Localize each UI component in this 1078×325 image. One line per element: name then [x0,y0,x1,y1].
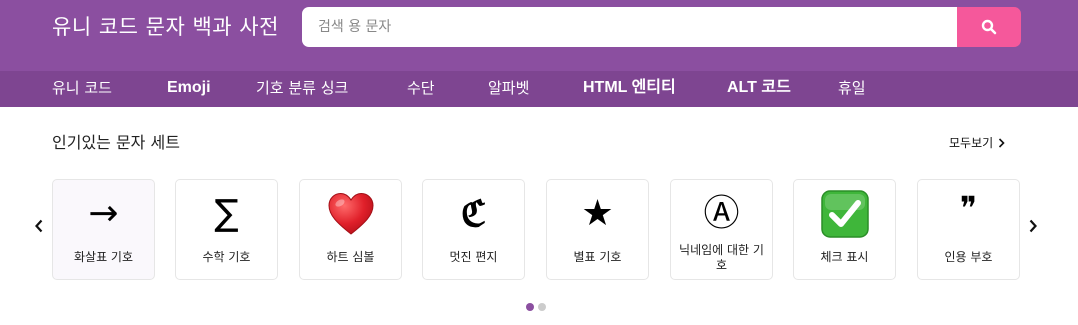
search-button[interactable] [957,7,1021,47]
card-label: 체크 표시 [820,250,869,264]
carousel-pagination [526,303,546,311]
sigma-symbol-icon: ∑ [214,193,239,234]
card-label: 화살표 기호 [73,250,133,264]
charset-card-math[interactable]: ∑ 수학 기호 [175,179,278,280]
header-bar: 유니 코드 문자 백과 사전 [0,0,1078,71]
charset-card-quotes[interactable]: ❞ 인용 부호 [917,179,1020,280]
carousel-next-button[interactable] [1023,214,1043,238]
section-title: 인기있는 문자 세트 [52,133,180,152]
nav-item-tools[interactable]: 수단 [407,71,435,107]
card-label: 인용 부호 [944,250,993,264]
check-mark-emoji-icon [794,188,895,240]
charset-card-nickname[interactable]: Ⓐ 닉네임에 대한 기호 [670,179,773,280]
carousel-dot-1[interactable] [526,303,534,311]
nav-item-alt-codes[interactable]: ALT 코드 [727,71,791,107]
see-all-link[interactable]: 모두보기 [949,134,1005,152]
main-nav: 유니 코드 Emoji 기호 분류 싱크 수단 알파벳 HTML 엔티티 ALT… [0,71,1078,107]
see-all-label: 모두보기 [949,136,994,150]
card-label: 별표 기호 [573,250,622,264]
site-title[interactable]: 유니 코드 문자 백과 사전 [52,12,279,42]
chevron-right-icon [999,138,1005,148]
quote-symbol-icon: ❞ [959,189,978,227]
charset-card-check-marks[interactable]: 체크 표시 [793,179,896,280]
arrow-symbol-icon: → [88,193,119,234]
card-label: 멋진 편지 [449,250,498,264]
carousel-dot-2[interactable] [538,303,546,311]
carousel-prev-button[interactable] [29,214,49,238]
nav-item-alphabet[interactable]: 알파벳 [488,71,529,107]
card-label: 닉네임에 대한 기호 [679,243,764,272]
heart-emoji-icon [300,188,401,240]
charset-card-arrows[interactable]: → 화살표 기호 [52,179,155,280]
circled-a-symbol-icon: Ⓐ [703,193,740,234]
search-form [302,7,1021,47]
nav-item-unicode[interactable]: 유니 코드 [52,71,112,107]
charset-card-fancy-letters[interactable]: ℭ 멋진 편지 [422,179,525,280]
nav-item-holidays[interactable]: 휴일 [838,71,866,107]
nav-item-html-entities[interactable]: HTML 엔티티 [583,71,676,107]
card-label: 수학 기호 [202,250,251,264]
charset-card-stars[interactable]: ★ 별표 기호 [546,179,649,280]
fraktur-c-symbol-icon: ℭ [460,193,487,235]
nav-item-symbol-categories[interactable]: 기호 분류 싱크 [256,71,348,107]
chevron-right-icon [1029,219,1037,233]
star-symbol-icon: ★ [581,193,614,234]
chevron-left-icon [35,219,43,233]
card-label: 하트 심볼 [326,250,375,264]
charset-card-hearts[interactable]: 하트 심볼 [299,179,402,280]
search-input[interactable] [302,7,958,47]
search-icon [981,19,997,35]
nav-item-emoji[interactable]: Emoji [167,71,211,107]
